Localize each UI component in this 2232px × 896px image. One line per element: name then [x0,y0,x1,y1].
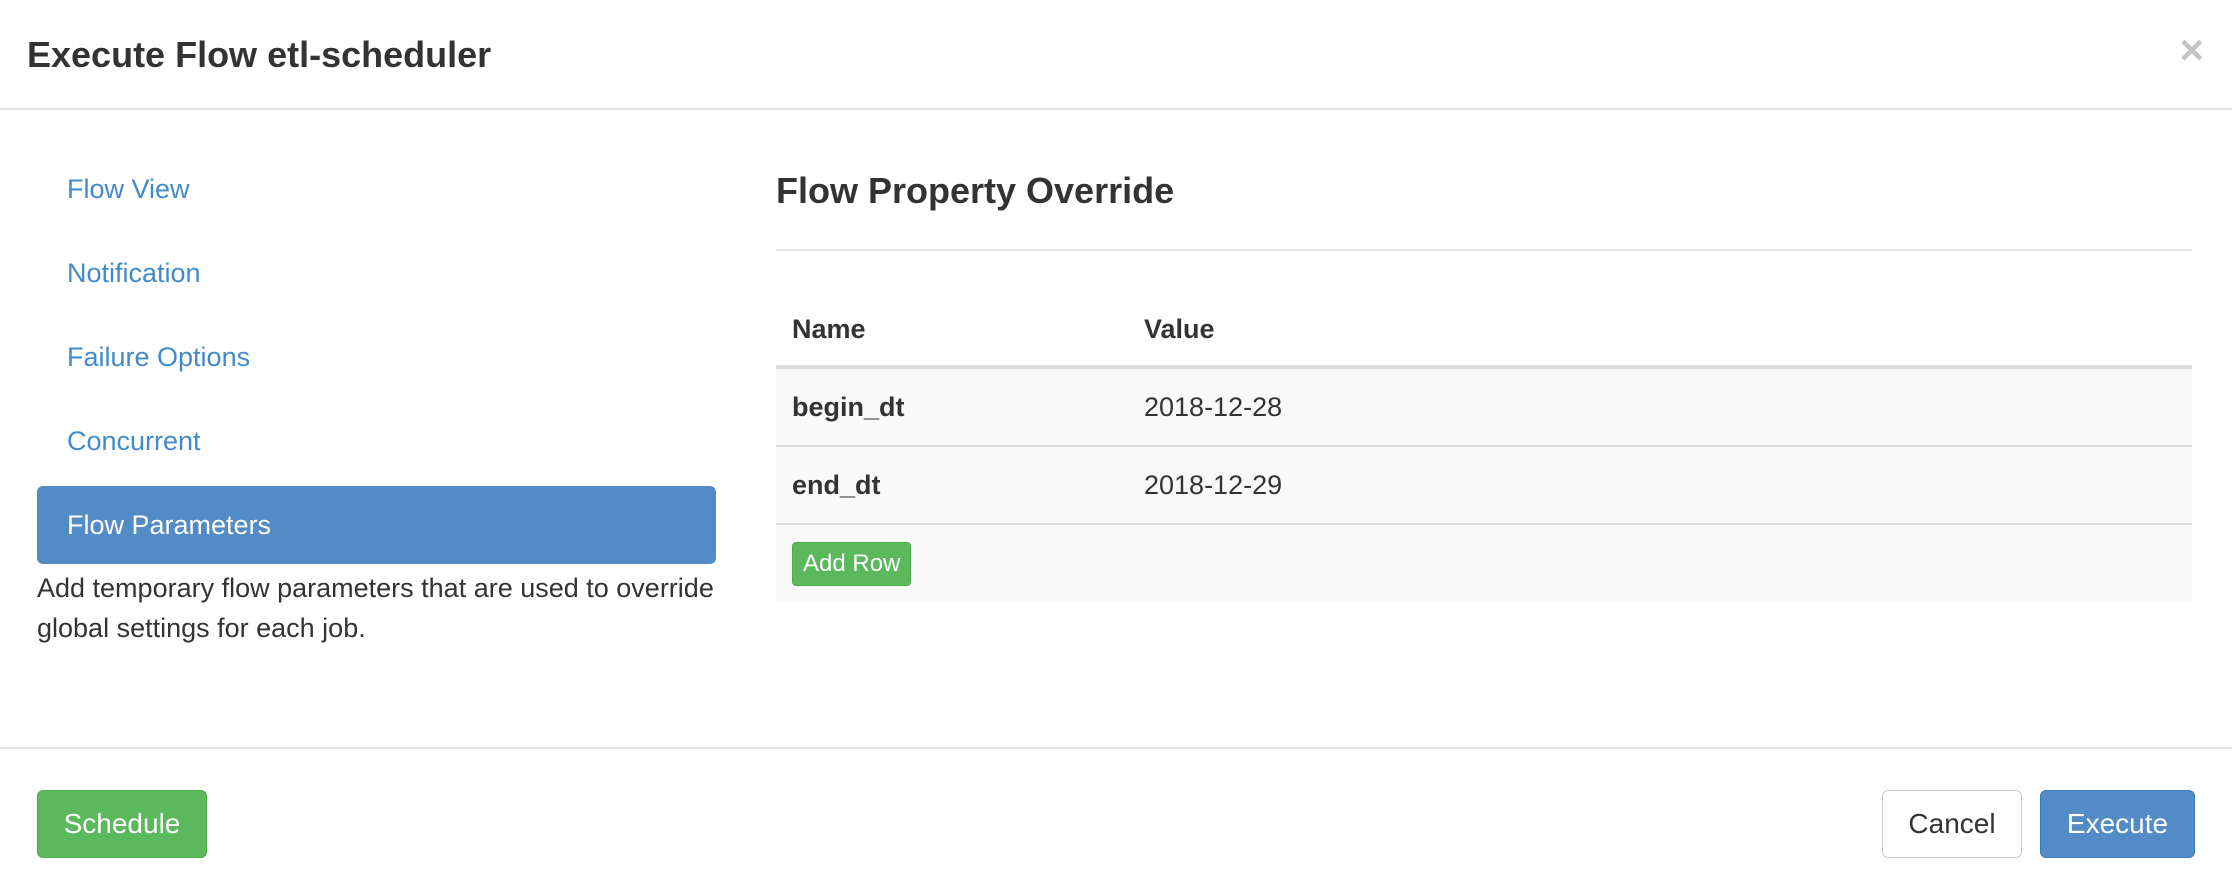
param-name-cell[interactable]: begin_dt [776,367,1128,447]
param-value-cell[interactable]: 2018-12-28 [1128,367,2192,447]
nav-item-flow-view[interactable]: Flow View [37,150,716,228]
nav-description: Add temporary flow parameters that are u… [37,573,714,643]
dialog-footer: Schedule Cancel Execute [0,747,2232,896]
add-row-row: Add Row [776,524,2192,603]
side-nav: Flow View Notification Failure Options C… [37,150,716,570]
section-title: Flow Property Override [776,170,1175,211]
table-row: begin_dt 2018-12-28 [776,367,2192,447]
flow-property-override-panel: Flow Property Override Name Value begin_… [776,150,2192,603]
nav-item-failure-options[interactable]: Failure Options [37,318,716,396]
execute-button[interactable]: Execute [2040,790,2195,858]
nav-item-flow-parameters[interactable]: Flow Parameters [37,486,716,564]
close-icon[interactable]: × [2179,26,2204,74]
column-header-value: Value [1128,293,2192,369]
section-divider [776,249,2192,251]
add-row-cell: Add Row [776,524,2192,603]
dialog-title: Execute Flow etl-scheduler [27,34,492,75]
param-value-cell[interactable]: 2018-12-29 [1128,446,2192,525]
table-row: end_dt 2018-12-29 [776,446,2192,525]
nav-item-concurrent[interactable]: Concurrent [37,402,716,480]
schedule-button[interactable]: Schedule [37,790,207,858]
execute-flow-dialog: Execute Flow etl-scheduler × Flow View N… [0,0,2232,896]
column-header-name: Name [776,293,1128,369]
nav-item-notification[interactable]: Notification [37,234,716,312]
add-row-button[interactable]: Add Row [792,542,912,586]
cancel-button[interactable]: Cancel [1882,790,2022,858]
table-header-row: Name Value [776,293,2192,369]
param-name-cell[interactable]: end_dt [776,446,1128,525]
flow-params-table: Name Value begin_dt 2018-12-28 end_dt 20… [776,293,2192,603]
dialog-header: Execute Flow etl-scheduler × [0,0,2232,110]
